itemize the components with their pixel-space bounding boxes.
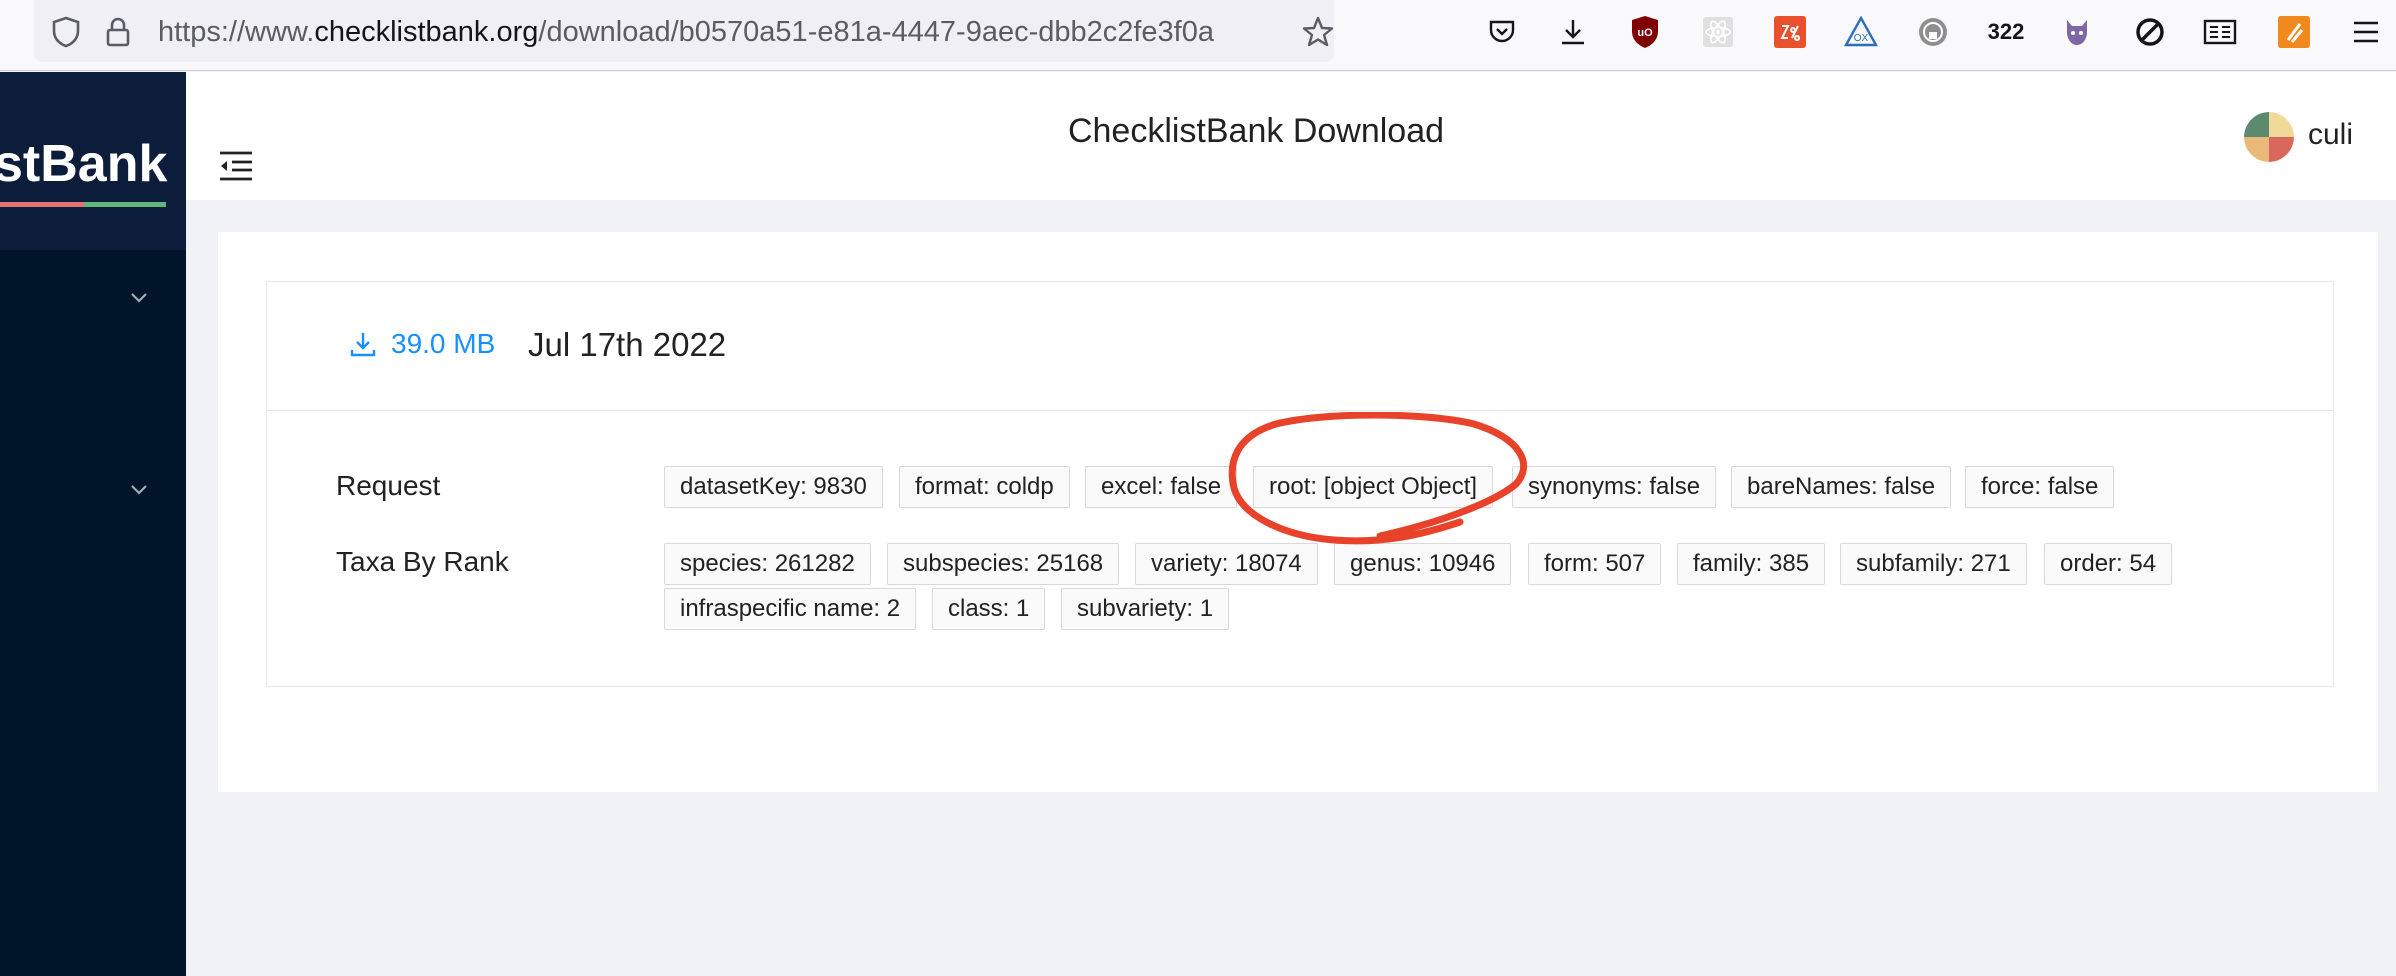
download-icon [350, 333, 376, 357]
taxa-tag: genus: 10946 [1334, 543, 1512, 585]
taxa-tag: order: 54 [2044, 543, 2173, 585]
java-icon[interactable] [2274, 12, 2314, 52]
taxa-tag: subfamily: 271 [1840, 543, 2027, 585]
request-label: Request [336, 470, 441, 501]
browser-toolbar: https://www.checklistbank.org/download/b… [0, 0, 2396, 71]
chevron-down-icon [131, 293, 147, 303]
taxa-tag: form: 507 [1528, 543, 1662, 585]
taxa-tag: subvariety: 1 [1061, 588, 1230, 630]
pocket-icon[interactable] [1482, 12, 1522, 52]
taxa-tag: species: 261282 [664, 543, 871, 585]
svg-text:OX: OX [1854, 33, 1869, 44]
star-icon[interactable] [1300, 14, 1336, 50]
url-bar[interactable]: https://www.checklistbank.org/download/b… [34, 0, 1334, 62]
reader-icon[interactable] [2200, 12, 2240, 52]
octocat-icon[interactable] [2057, 12, 2097, 52]
download-link[interactable]: 39.0 MB [349, 328, 495, 360]
request-tag: excel: false [1085, 466, 1238, 508]
taxa-label: Taxa By Rank [336, 546, 509, 577]
download-card-header: 39.0 MB Jul 17th 2022 [267, 282, 2333, 411]
menu-fold-icon[interactable] [218, 150, 254, 182]
url-host: checklistbank.org [314, 16, 539, 48]
taxa-tag: class: 1 [932, 588, 1046, 630]
request-tag: synonyms: false [1512, 466, 1717, 508]
taxa-tag: infraspecific name: 2 [664, 588, 917, 630]
download-card: 39.0 MB Jul 17th 2022 Request datasetKey… [266, 281, 2334, 687]
request-tag: bareNames: false [1731, 466, 1952, 508]
logo-text: stBank [0, 135, 168, 193]
sidebar-submenu-1[interactable] [0, 268, 186, 328]
ublock-icon[interactable]: uO [1625, 12, 1665, 52]
hamburger-icon[interactable] [2346, 12, 2386, 52]
taxa-tag: subspecies: 25168 [887, 543, 1120, 585]
download-icon[interactable] [1553, 12, 1593, 52]
ox-icon[interactable]: OX [1841, 12, 1881, 52]
app-header: ChecklistBank Download culi [186, 72, 2396, 200]
block-icon[interactable] [2130, 12, 2170, 52]
url-text[interactable]: https://www.checklistbank.org/download/b… [158, 14, 1214, 50]
lock-icon[interactable] [100, 14, 136, 50]
page-title: ChecklistBank Download [1067, 112, 1445, 150]
avatar[interactable] [2244, 112, 2294, 162]
zotero-icon[interactable] [1770, 12, 1810, 52]
privacy-icon[interactable] [1913, 12, 1953, 52]
react-icon[interactable] [1698, 12, 1738, 52]
request-tag: datasetKey: 9830 [664, 466, 883, 508]
sidebar-submenu-2[interactable] [0, 460, 186, 520]
username[interactable]: culi [2308, 118, 2353, 152]
download-date: Jul 17th 2022 [528, 326, 727, 363]
taxa-tag: variety: 18074 [1135, 543, 1318, 585]
sidebar: stBank [0, 72, 186, 976]
taxa-tag: family: 385 [1677, 543, 1826, 585]
logo-underline-red [0, 202, 84, 207]
request-tag: format: coldp [899, 466, 1070, 508]
request-tag: root: [object Object] [1253, 466, 1494, 508]
logo-underline-green [84, 202, 166, 207]
url-prefix: https://www. [158, 16, 315, 48]
url-path: /download/b0570a51-e81a-4447-9aec-dbb2c2… [538, 16, 1214, 48]
shield-icon[interactable] [48, 14, 84, 50]
extension-badge[interactable]: 322 [1986, 12, 2026, 52]
chevron-down-icon [131, 485, 147, 495]
logo[interactable]: stBank [0, 72, 186, 250]
download-size: 39.0 MB [391, 328, 496, 359]
request-tag: force: false [1965, 466, 2115, 508]
svg-text:uO: uO [1637, 27, 1653, 39]
